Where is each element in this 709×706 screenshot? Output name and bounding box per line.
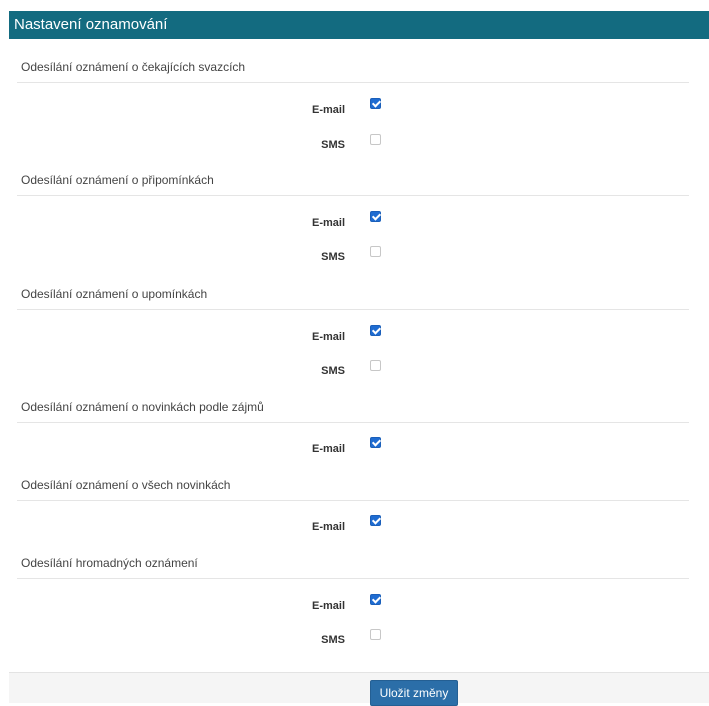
- section-title-all-news: Odesílání oznámení o všech novinkách: [21, 478, 231, 492]
- save-changes-button[interactable]: Uložit změny: [370, 680, 458, 706]
- reminders-sms-checkbox[interactable]: [370, 246, 381, 257]
- form-footer: Uložit změny: [9, 672, 709, 706]
- section-divider: [17, 500, 689, 501]
- news-by-interest-email-checkbox[interactable]: [370, 437, 381, 448]
- pending-volumes-email-checkbox[interactable]: [370, 98, 381, 109]
- section-divider: [17, 422, 689, 423]
- option-label-email: E-mail: [311, 600, 345, 612]
- section-divider: [17, 578, 689, 579]
- section-title-news-by-interest: Odesílání oznámení o novinkách podle záj…: [21, 400, 264, 414]
- option-label-sms: SMS: [321, 139, 345, 151]
- section-divider: [17, 309, 689, 310]
- reminders-email-checkbox[interactable]: [370, 211, 381, 222]
- option-label-email: E-mail: [311, 521, 345, 533]
- option-label-sms: SMS: [321, 251, 345, 263]
- option-label-email: E-mail: [311, 217, 345, 229]
- section-title-reminders: Odesílání oznámení o připomínkách: [21, 173, 214, 187]
- pending-volumes-sms-checkbox[interactable]: [370, 134, 381, 145]
- section-title-pending-volumes: Odesílání oznámení o čekajících svazcích: [21, 60, 246, 74]
- option-label-email: E-mail: [311, 443, 345, 455]
- option-label-email: E-mail: [311, 104, 345, 116]
- all-news-email-checkbox[interactable]: [370, 515, 381, 526]
- notification-settings-panel: Nastavení oznamování: [9, 11, 709, 702]
- bulk-notifications-sms-checkbox[interactable]: [370, 629, 381, 640]
- bulk-notifications-email-checkbox[interactable]: [370, 594, 381, 605]
- overdue-notices-sms-checkbox[interactable]: [370, 360, 381, 371]
- panel-title: Nastavení oznamování: [9, 11, 709, 39]
- section-divider: [17, 195, 689, 196]
- section-divider: [17, 82, 689, 83]
- overdue-notices-email-checkbox[interactable]: [370, 325, 381, 336]
- option-label-email: E-mail: [311, 331, 345, 343]
- option-label-sms: SMS: [321, 634, 345, 646]
- section-title-overdue-notices: Odesílání oznámení o upomínkách: [21, 287, 208, 301]
- option-label-sms: SMS: [321, 365, 345, 377]
- section-title-bulk-notifications: Odesílání hromadných oznámení: [21, 556, 198, 570]
